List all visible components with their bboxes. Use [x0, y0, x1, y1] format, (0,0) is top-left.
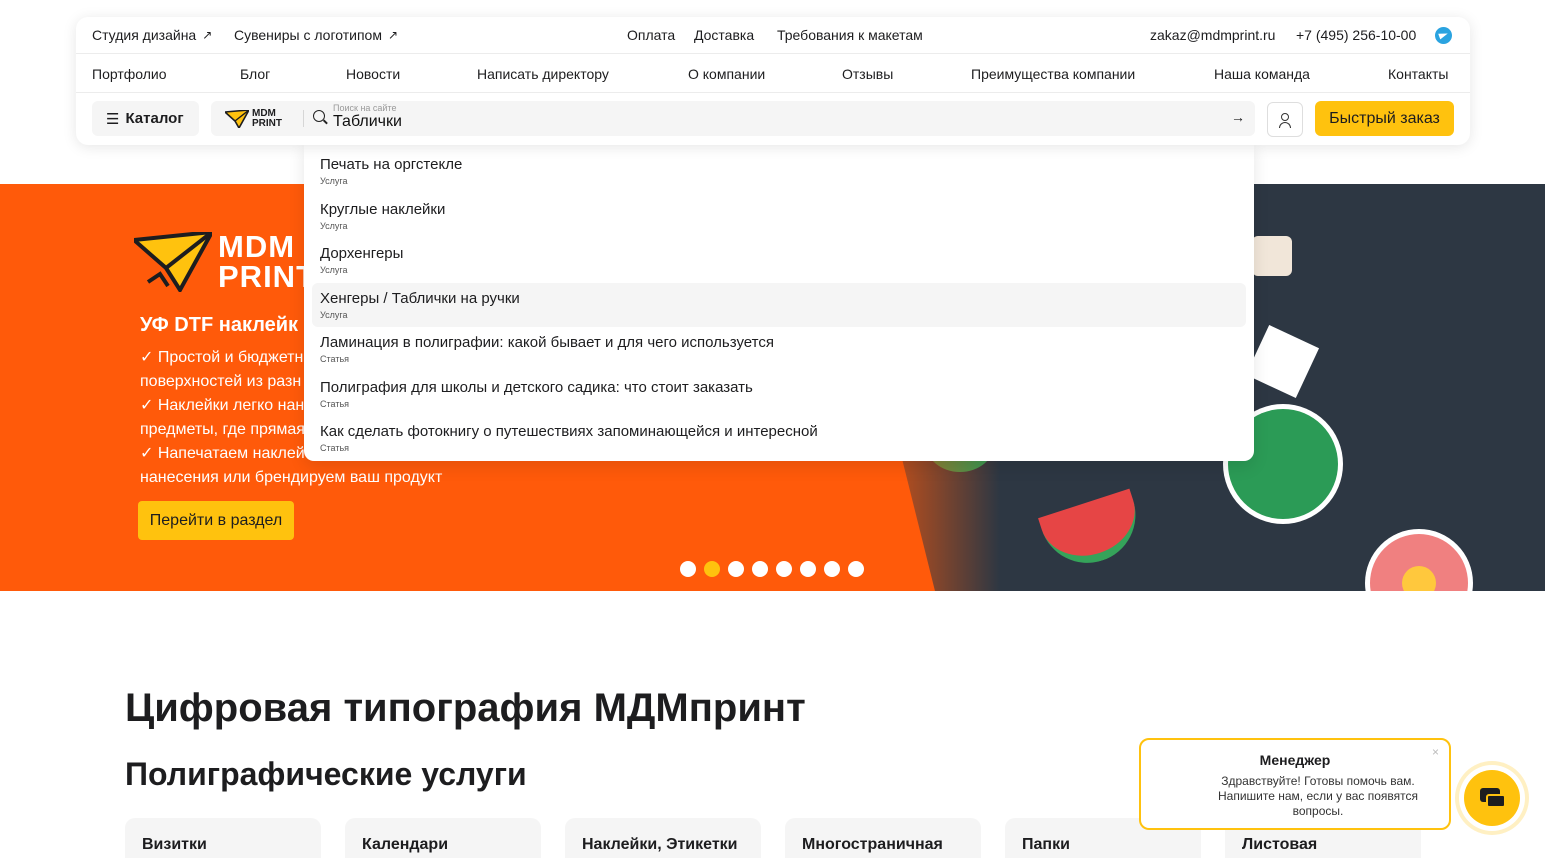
phone-link[interactable]: +7 (495) 256-10-00	[1296, 27, 1416, 43]
section-title: Полиграфические услуги	[125, 756, 527, 792]
search-result-item[interactable]: Круглые наклейки Услуга	[312, 194, 1246, 238]
account-button[interactable]	[1267, 102, 1303, 137]
design-studio-link[interactable]: Студия дизайна ↗	[92, 27, 212, 43]
telegram-icon[interactable]	[1435, 27, 1452, 44]
souvenirs-link[interactable]: Сувениры с логотипом ↗	[234, 27, 398, 43]
nav-reviews[interactable]: Отзывы	[842, 66, 893, 82]
external-arrow-icon: ↗	[202, 28, 213, 42]
page-title: Цифровая типография МДМпринт	[125, 686, 806, 730]
slider-dot[interactable]	[776, 561, 792, 577]
nav-news[interactable]: Новости	[346, 66, 400, 82]
nav-blog[interactable]: Блог	[240, 66, 270, 82]
nav-advantages[interactable]: Преимущества компании	[971, 66, 1135, 82]
sticker-decoration	[1252, 236, 1292, 276]
service-card[interactable]: Визитки	[125, 818, 321, 858]
toolbar: ☰ Каталог MDM PRINT Поиск на сайте Табли…	[76, 93, 1470, 145]
chat-popup: × Менеджер Здравствуйте! Готовы помочь в…	[1139, 738, 1451, 830]
slider-dot[interactable]	[824, 561, 840, 577]
service-card[interactable]: Наклейки, Этикетки	[565, 818, 761, 858]
nav-write-director[interactable]: Написать директору	[477, 66, 609, 82]
topbar: Студия дизайна ↗ Сувениры с логотипом ↗ …	[76, 17, 1470, 54]
chat-title: Менеджер	[1259, 752, 1331, 768]
nav-team[interactable]: Наша команда	[1214, 66, 1310, 82]
search-dropdown: Печать на оргстекле Услуга Круглые накле…	[304, 141, 1254, 461]
service-card[interactable]: Календари	[345, 818, 541, 858]
main-nav: Портфолио Блог Новости Написать директор…	[76, 54, 1470, 93]
search-submit-icon[interactable]: →	[1231, 109, 1245, 125]
chat-message: Здравствуйте! Готовы помочь вам. Напишит…	[1217, 774, 1419, 818]
user-icon	[1281, 113, 1289, 121]
hero-cta-button[interactable]: Перейти в раздел	[138, 501, 294, 540]
hero-title: УФ DTF наклейк	[140, 314, 299, 336]
search-result-item-active[interactable]: Хенгеры / Таблички на ручки Услуга	[312, 283, 1246, 327]
quick-order-button[interactable]: Быстрый заказ	[1315, 101, 1454, 136]
site-header: Студия дизайна ↗ Сувениры с логотипом ↗ …	[76, 17, 1470, 145]
nav-contacts[interactable]: Контакты	[1388, 66, 1448, 82]
slider-dot[interactable]	[800, 561, 816, 577]
chat-open-button[interactable]	[1459, 765, 1525, 831]
nav-portfolio[interactable]: Портфолио	[92, 66, 167, 82]
burger-icon: ☰	[106, 110, 120, 128]
slider-dot[interactable]	[680, 561, 696, 577]
search-placeholder: Поиск на сайте	[333, 103, 397, 113]
site-logo[interactable]: MDM PRINT	[211, 101, 303, 136]
search-result-item[interactable]: Дорхенгеры Услуга	[312, 238, 1246, 282]
search-result-item[interactable]: Как сделать фотокнигу о путешествиях зап…	[312, 416, 1246, 460]
email-link[interactable]: zakaz@mdmprint.ru	[1150, 27, 1275, 43]
requirements-link[interactable]: Требования к макетам	[777, 27, 923, 43]
paper-plane-icon	[134, 232, 212, 292]
slider-dot[interactable]	[848, 561, 864, 577]
slider-dot-active[interactable]	[704, 561, 720, 577]
delivery-link[interactable]: Доставка	[694, 27, 754, 43]
external-arrow-icon: ↗	[387, 28, 399, 42]
search-result-item[interactable]: Ламинация в полиграфии: какой бывает и д…	[312, 327, 1246, 371]
service-card[interactable]: Многостраничная	[785, 818, 981, 858]
search-result-item[interactable]: Печать на оргстекле Услуга	[312, 149, 1246, 193]
search-result-item[interactable]: Полиграфия для школы и детского садика: …	[312, 372, 1246, 416]
payment-link[interactable]: Оплата	[627, 27, 675, 43]
nav-about[interactable]: О компании	[688, 66, 765, 82]
slider-dot[interactable]	[752, 561, 768, 577]
slider-dots	[680, 561, 864, 577]
search-input[interactable]: Поиск на сайте Таблички →	[303, 101, 1255, 136]
paper-plane-icon	[225, 109, 249, 128]
catalog-button[interactable]: ☰ Каталог	[92, 101, 199, 136]
hero-logo: MDM PRINT	[134, 231, 315, 294]
search-value[interactable]: Таблички	[333, 113, 402, 131]
slider-dot[interactable]	[728, 561, 744, 577]
search-icon	[313, 110, 325, 122]
search-divider	[303, 110, 304, 127]
chat-icon	[1464, 770, 1520, 826]
